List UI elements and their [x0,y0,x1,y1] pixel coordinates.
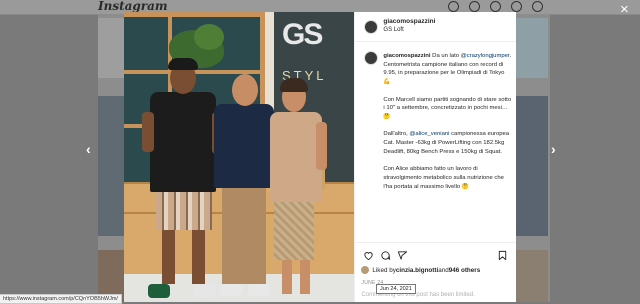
post-side-panel: giacomospazzini GS Loft giacomospazzini … [354,12,517,302]
person-leg [192,230,205,284]
avatar-icon[interactable] [532,1,543,12]
background-tile [516,96,548,236]
person-leg [282,260,292,294]
person-shirt [150,92,216,192]
share-icon[interactable] [397,250,408,261]
close-button[interactable]: × [620,2,629,17]
person-trousers [222,184,266,284]
previous-post-button[interactable]: ‹ [86,141,91,157]
mention-link[interactable]: @crazylongjumper [461,53,510,59]
status-bar-url: https://www.instagram.com/p/CQnYOB5hWJm/ [0,294,122,304]
messenger-icon[interactable] [469,1,480,12]
liked-prefix: Liked by [372,266,396,274]
post-actions [355,242,517,265]
person-hair [280,78,308,92]
background-tile [516,18,548,78]
person-skirt [274,200,314,260]
person-arm [316,122,327,170]
liked-and: and [438,266,449,274]
person-shirt [214,104,274,188]
person-shoe [248,284,270,296]
caption-text-segment: Dall'altro, [383,131,410,138]
caption-text-segment: Da un lato [430,53,461,59]
post-caption: giacomospazzini Da un lato @crazylongjum… [355,42,516,242]
person-arm [142,112,154,152]
caption-text: giacomospazzini Da un lato @crazylongjum… [383,52,511,200]
post-header: giacomospazzini GS Loft [355,12,517,42]
person-leg [300,260,310,294]
person-head [232,74,258,106]
author-avatar[interactable] [364,20,379,34]
shelf-board [124,12,264,17]
liker-username[interactable]: cinzia.bignotti [396,267,438,274]
explore-icon[interactable] [490,1,501,12]
caption-avatar[interactable] [364,51,379,65]
caption-paragraph: Con Marcell siamo partiti sognando di st… [383,96,512,120]
mention-link[interactable]: @alice_veniani [409,131,449,137]
background-tile [516,250,548,302]
author-username[interactable]: giacomospazzini [383,18,435,25]
caption-paragraph: Con Alice abbiamo fatto un lavoro di str… [383,166,504,190]
post-photo[interactable]: GS STYL [124,12,355,302]
person-shoe [194,284,216,298]
home-icon[interactable] [448,1,459,12]
person-leg [162,230,175,284]
comment-icon[interactable] [380,250,391,261]
date-tooltip: Jun 24, 2021 [376,284,416,294]
likes-others-link[interactable]: 946 others [449,267,481,274]
person-shoe [148,284,170,298]
caption-author[interactable]: giacomospazzini [383,53,430,59]
background-tile [98,18,124,78]
post-modal: GS STYL giacomospazzini GS Loft giacomos… [124,12,517,302]
likes-summary: Liked by cinzia.bignotti and 946 others [361,266,480,274]
next-post-button[interactable]: › [551,141,556,157]
background-tile [98,96,124,236]
like-heart-icon[interactable] [363,250,374,261]
plant [194,24,224,50]
person-shorts [156,190,212,230]
person-cap [168,58,198,70]
save-bookmark-icon[interactable] [497,250,508,261]
person-shoe [220,284,242,296]
gs-logo: GS [282,18,323,51]
header-icons [448,1,543,12]
liker-avatar[interactable] [361,266,370,274]
heart-icon[interactable] [511,1,522,12]
person-top [270,112,322,202]
post-location[interactable]: GS Loft [383,27,403,33]
